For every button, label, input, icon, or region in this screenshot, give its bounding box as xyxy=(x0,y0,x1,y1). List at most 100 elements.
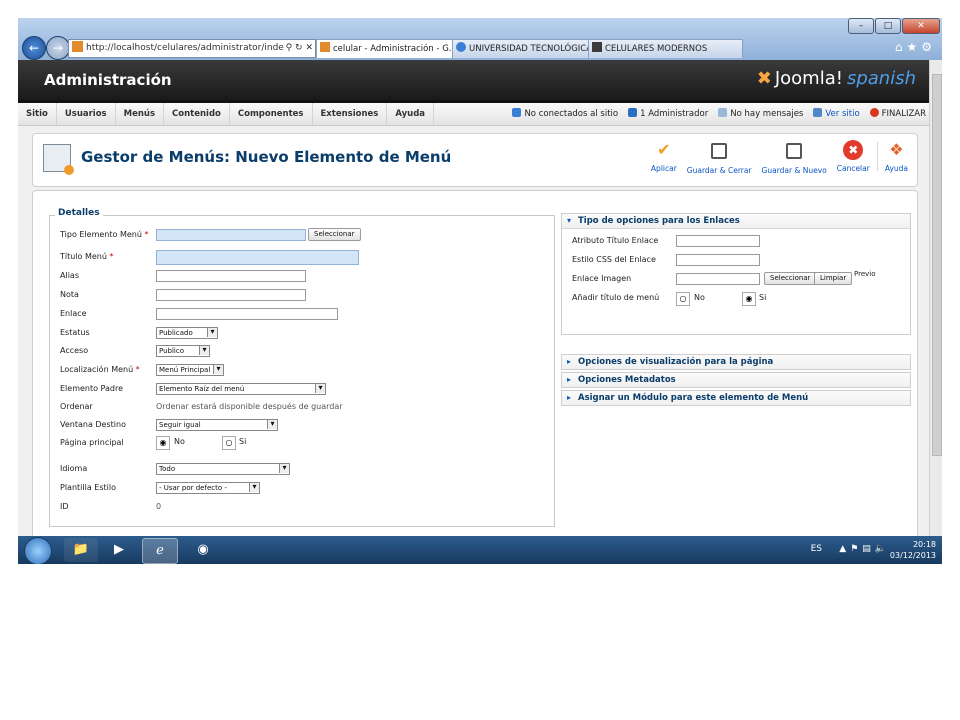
language-indicator[interactable]: ES xyxy=(811,544,822,554)
chrome-taskbar-icon[interactable]: ◉ xyxy=(186,538,220,562)
image-select-button[interactable]: Seleccionar xyxy=(764,272,817,285)
scrollbar-thumb[interactable] xyxy=(932,74,942,456)
forward-button[interactable]: → xyxy=(46,36,70,60)
apply-button[interactable]: ✔ Aplicar xyxy=(651,138,677,175)
refresh-icon[interactable]: ↻ xyxy=(295,43,303,53)
media-player-taskbar-icon[interactable]: ▶ xyxy=(102,538,136,562)
joomla-logo: ✖ Joomla! spanish xyxy=(757,68,916,89)
tab-universidad[interactable]: UNIVERSIDAD TECNOLÓGICA ... xyxy=(452,39,589,58)
start-button[interactable] xyxy=(24,537,52,564)
help-button[interactable]: ❖ Ayuda xyxy=(885,138,908,175)
volume-icon[interactable]: 🔈 xyxy=(875,544,890,554)
menu-item-usuarios[interactable]: Usuarios xyxy=(57,103,116,125)
titulo-menu-input[interactable] xyxy=(156,250,359,265)
page-title: Gestor de Menús: Nuevo Elemento de Menú xyxy=(81,148,452,166)
home-icon[interactable]: ⌂ xyxy=(895,40,907,54)
save-close-button[interactable]: Guardar & Cerrar xyxy=(687,138,752,175)
select-type-button[interactable]: Seleccionar xyxy=(308,228,361,241)
address-bar[interactable]: http://localhost/celulares/administrator… xyxy=(68,39,316,58)
logo-sub: spanish xyxy=(846,68,916,89)
status-messages[interactable]: No hay mensajes xyxy=(718,103,803,125)
network-icon[interactable]: ▤ xyxy=(862,544,875,554)
save-new-icon xyxy=(786,143,803,159)
tray-arrow-icon[interactable]: ▲ xyxy=(839,544,850,554)
close-window-button[interactable]: ✕ xyxy=(902,18,940,34)
add-title-no-radio[interactable]: ○ xyxy=(676,292,690,306)
imagen-input[interactable] xyxy=(676,273,760,285)
apply-label: Aplicar xyxy=(650,164,677,173)
windows-taskbar: 📁 ▶ ℯ ◉ ES ▲⚑▤🔈 20:18 03/12/2013 xyxy=(18,536,942,564)
panel-module-assign-header[interactable]: Asignar un Módulo para este elemento de … xyxy=(562,391,910,405)
acceso-select[interactable]: Publico xyxy=(156,345,210,357)
mail-icon xyxy=(718,108,728,117)
maximize-button[interactable]: □ xyxy=(875,18,901,34)
image-clear-button[interactable]: Limpiar xyxy=(814,272,853,285)
panel-module-assign: Asignar un Módulo para este elemento de … xyxy=(561,390,911,406)
idioma-select[interactable]: Todo xyxy=(156,463,290,475)
ie-taskbar-icon[interactable]: ℯ xyxy=(142,538,178,564)
elemento-padre-select[interactable]: Elemento Raíz del menú xyxy=(156,383,326,395)
search-icon[interactable]: ⚲ xyxy=(286,43,293,53)
idioma-label: Idioma xyxy=(60,464,88,473)
alias-input[interactable] xyxy=(156,270,306,282)
atributo-input[interactable] xyxy=(676,235,760,247)
menu-item-extensiones[interactable]: Extensiones xyxy=(313,103,388,125)
pagina-principal-si-radio[interactable]: ○ xyxy=(222,436,236,450)
panel-link-options-header[interactable]: Tipo de opciones para los Enlaces xyxy=(562,214,910,229)
tipo-elemento-label: Tipo Elemento Menú * xyxy=(60,230,149,239)
pagina-principal-no-radio[interactable]: ◉ xyxy=(156,436,170,450)
tray-icons: ▲⚑▤🔈 xyxy=(839,544,890,554)
minimize-button[interactable]: – xyxy=(848,18,874,34)
estilo-input[interactable] xyxy=(676,254,760,266)
panel-metadata-header[interactable]: Opciones Metadatos xyxy=(562,373,910,387)
back-button[interactable]: ← xyxy=(22,36,46,60)
clock-date: 03/12/2013 xyxy=(889,551,936,560)
tab-label: CELULARES MODERNOS xyxy=(605,44,708,54)
enlace-input[interactable] xyxy=(156,308,338,320)
panel-page-display-header[interactable]: Opciones de visualización para la página xyxy=(562,355,910,369)
save-new-button[interactable]: Guardar & Nuevo xyxy=(762,138,827,175)
imagen-label: Enlace Imagen xyxy=(572,274,632,283)
menu-item-ayuda[interactable]: Ayuda xyxy=(387,103,435,125)
tipo-elemento-input[interactable] xyxy=(156,229,306,241)
add-title-label: Añadir título de menú xyxy=(572,293,660,302)
tab-celulares[interactable]: CELULARES MODERNOS xyxy=(588,39,743,58)
plantilla-select[interactable]: - Usar por defecto - xyxy=(156,482,260,494)
nota-input[interactable] xyxy=(156,289,306,301)
tab-administracion[interactable]: celular - Administración - G... × xyxy=(316,39,453,58)
clock[interactable]: 20:18 03/12/2013 xyxy=(890,539,936,561)
stop-icon[interactable]: ✕ xyxy=(305,43,313,53)
pagina-principal-no-label: No xyxy=(174,437,185,446)
explorer-taskbar-icon[interactable]: 📁 xyxy=(64,538,98,562)
menu-item-sitio[interactable]: Sitio xyxy=(18,103,57,125)
page-scrollbar[interactable] xyxy=(929,60,942,552)
ordenar-label: Ordenar xyxy=(60,402,93,411)
menu-item-contenido[interactable]: Contenido xyxy=(164,103,230,125)
flag-icon[interactable]: ⚑ xyxy=(850,544,862,554)
gear-icon[interactable]: ⚙ xyxy=(921,40,936,54)
pagina-principal-si-label: Si xyxy=(239,437,247,446)
toolbar-divider xyxy=(876,142,878,171)
cancel-button[interactable]: ✖ Cancelar xyxy=(837,138,870,175)
estatus-select[interactable]: Publicado xyxy=(156,327,218,339)
image-preview-label: Previo xyxy=(854,270,876,278)
add-title-si-radio[interactable]: ◉ xyxy=(742,292,756,306)
help-icon: ❖ xyxy=(889,140,904,159)
atributo-label: Atributo Título Enlace xyxy=(572,236,659,245)
alias-label: Alias xyxy=(60,271,79,280)
window-controls: – □ ✕ xyxy=(847,18,940,34)
logout-link[interactable]: FINALIZAR xyxy=(869,103,926,125)
address-controls[interactable]: ⚲ ↻ ✕ xyxy=(283,40,313,57)
view-site-link[interactable]: Ver sitio xyxy=(813,103,860,125)
id-label: ID xyxy=(60,502,69,511)
favorites-star-icon[interactable]: ★ xyxy=(906,40,921,54)
localizacion-select[interactable]: Menú Principal xyxy=(156,364,224,376)
users-icon xyxy=(512,108,522,117)
menu-item-componentes[interactable]: Componentes xyxy=(230,103,313,125)
forward-arrow-icon: → xyxy=(52,41,64,55)
tab-label: celular - Administración - G... xyxy=(333,44,453,54)
logo-text: Joomla! xyxy=(774,68,843,89)
ventana-select[interactable]: Seguir igual xyxy=(156,419,278,431)
content-area: Detalles Tipo Elemento Menú * Selecciona… xyxy=(32,190,918,564)
menu-item-menus[interactable]: Menús xyxy=(116,103,165,125)
